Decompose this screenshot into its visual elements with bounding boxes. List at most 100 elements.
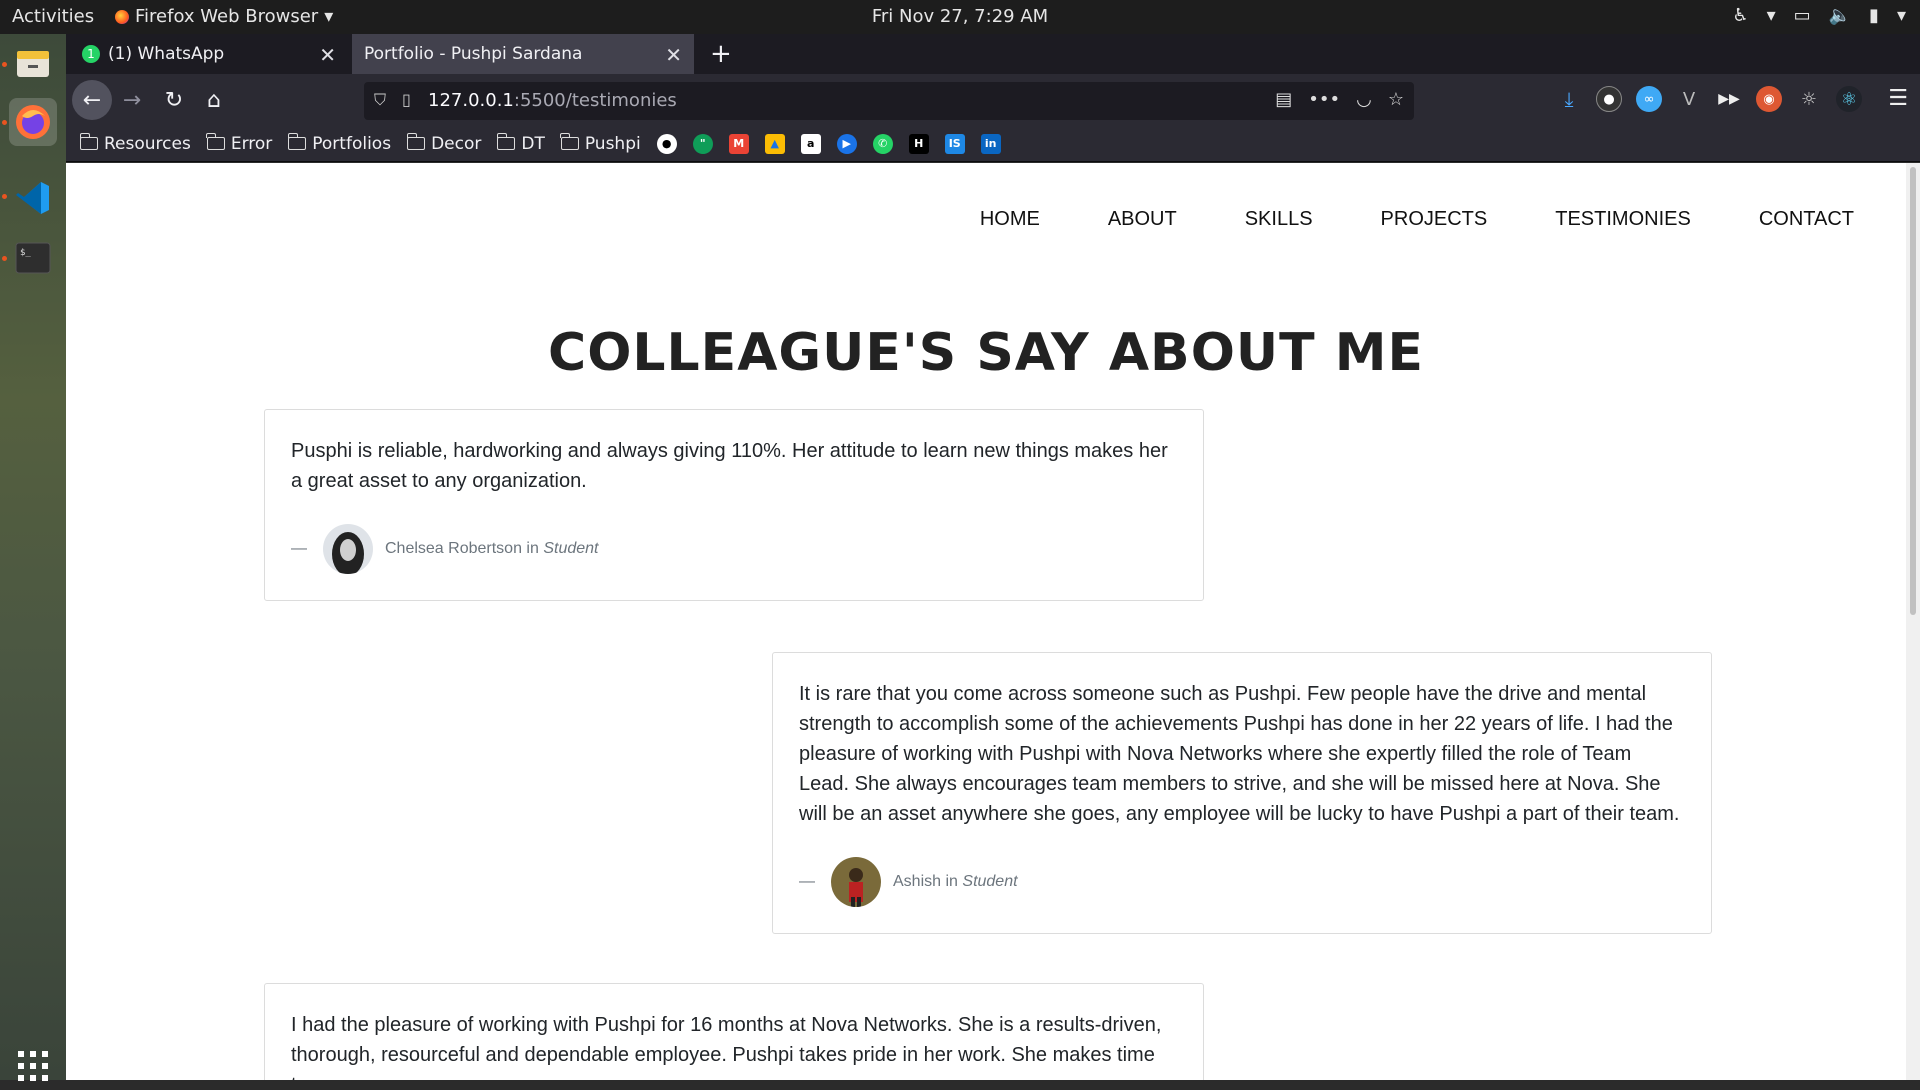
- is-icon[interactable]: IS: [944, 133, 965, 154]
- hamburger-menu-icon[interactable]: ☰: [1888, 86, 1908, 111]
- web-page: HOME ABOUT SKILLS PROJECTS TESTIMONIES C…: [66, 163, 1920, 1080]
- hackerrank-icon[interactable]: H: [908, 133, 929, 154]
- tab-bar: 1 (1) WhatsApp ✕ Portfolio - Pushpi Sard…: [66, 34, 1920, 74]
- amazon-icon[interactable]: a: [800, 133, 821, 154]
- react-devtools-icon[interactable]: ⚛: [1836, 86, 1862, 112]
- page-scrollbar[interactable]: [1906, 163, 1920, 1080]
- extension-forward-icon[interactable]: ▶▶: [1716, 86, 1742, 112]
- pocket-icon[interactable]: ◡: [1356, 89, 1372, 110]
- whatsapp-icon: 1: [82, 45, 100, 63]
- system-top-bar: Activities Firefox Web Browser ▾ Fri Nov…: [0, 0, 1920, 34]
- folder-icon: [79, 133, 98, 150]
- nav-home[interactable]: HOME: [980, 208, 1040, 231]
- folder-icon: [560, 133, 579, 150]
- forward-button[interactable]: →: [112, 80, 152, 120]
- github-icon[interactable]: ●: [656, 133, 677, 154]
- url-text[interactable]: 127.0.0.1:5500/testimonies: [428, 90, 677, 111]
- dock: $_: [0, 34, 66, 1081]
- whatsapp-bookmark-icon[interactable]: ✆: [872, 133, 893, 154]
- page-title: COLLEAGUE'S SAY ABOUT ME: [548, 323, 1424, 383]
- bookmark-folder-portfolios[interactable]: Portfolios: [287, 133, 391, 154]
- author-role: Student: [543, 540, 599, 557]
- download-icon[interactable]: ⤓: [1556, 86, 1582, 112]
- folder-icon: [206, 133, 225, 150]
- screen-icon[interactable]: ▭: [1794, 5, 1811, 26]
- running-indicator: [2, 256, 7, 261]
- author-role: Student: [962, 873, 1018, 890]
- tab-whatsapp[interactable]: 1 (1) WhatsApp ✕: [70, 34, 348, 74]
- tab-label: (1) WhatsApp: [108, 44, 225, 64]
- close-icon[interactable]: ✕: [665, 43, 682, 67]
- files-icon[interactable]: [9, 40, 57, 88]
- extension-v-icon[interactable]: V: [1676, 86, 1702, 112]
- testimonial-quote: Pusphi is reliable, hardworking and alwa…: [291, 440, 1168, 492]
- firefox-dock-icon[interactable]: [9, 98, 57, 146]
- testimonial-card: It is rare that you come across someone …: [772, 652, 1712, 934]
- nav-contact[interactable]: CONTACT: [1759, 208, 1854, 231]
- bookmarks-toolbar: Resources Error Portfolios Decor DT Push…: [66, 126, 1920, 162]
- duckduckgo-icon[interactable]: ◉: [1756, 86, 1782, 112]
- url-bar[interactable]: ⛉ ▯ 127.0.0.1:5500/testimonies ▤ ••• ◡ ☆: [364, 82, 1414, 120]
- nav-testimonies[interactable]: TESTIMONIES: [1555, 208, 1691, 231]
- running-indicator: [2, 120, 7, 125]
- home-button[interactable]: ⌂: [194, 80, 234, 120]
- bookmark-folder-resources[interactable]: Resources: [79, 133, 191, 154]
- terminal-icon[interactable]: $_: [9, 234, 57, 282]
- reader-mode-icon[interactable]: ▤: [1275, 89, 1292, 110]
- extension-bulb-icon[interactable]: ☼: [1796, 86, 1822, 112]
- volume-icon[interactable]: 🔈: [1829, 5, 1851, 26]
- close-icon[interactable]: ✕: [319, 43, 336, 67]
- bookmark-folder-error[interactable]: Error: [206, 133, 272, 154]
- bookmark-star-icon[interactable]: ☆: [1388, 89, 1404, 110]
- testimonial-card: I had the pleasure of working with Pushp…: [264, 983, 1204, 1080]
- bookmark-folder-pushpi[interactable]: Pushpi: [560, 133, 641, 154]
- testimonial-card: Pusphi is reliable, hardworking and alwa…: [264, 409, 1204, 601]
- site-nav: HOME ABOUT SKILLS PROJECTS TESTIMONIES C…: [980, 208, 1854, 231]
- testimonial-quote: I had the pleasure of working with Pushp…: [291, 1014, 1162, 1080]
- activities-button[interactable]: Activities: [12, 6, 94, 27]
- tab-portfolio[interactable]: Portfolio - Pushpi Sardana ✕: [352, 34, 694, 74]
- chevron-down-icon[interactable]: ▾: [1767, 5, 1776, 26]
- testimonial-author: — Ashish in Student: [799, 857, 1685, 907]
- vscode-icon[interactable]: [9, 174, 57, 222]
- extension-infinity-icon[interactable]: ∞: [1636, 86, 1662, 112]
- nav-projects[interactable]: PROJECTS: [1381, 208, 1488, 231]
- app-grid-icon[interactable]: [9, 1042, 57, 1090]
- battery-icon[interactable]: ▮: [1869, 5, 1879, 26]
- accessibility-icon[interactable]: ♿: [1732, 5, 1748, 26]
- new-tab-button[interactable]: +: [710, 39, 732, 69]
- testimonial-quote: It is rare that you come across someone …: [799, 683, 1680, 825]
- app-menu[interactable]: Firefox Web Browser ▾: [115, 6, 333, 27]
- back-button[interactable]: ←: [72, 80, 112, 120]
- page-info-icon[interactable]: ▯: [402, 90, 411, 109]
- reload-button[interactable]: ↻: [154, 80, 194, 120]
- shield-icon[interactable]: ⛉: [374, 90, 386, 110]
- nav-skills[interactable]: SKILLS: [1245, 208, 1313, 231]
- google-drive-icon[interactable]: ▲: [764, 133, 785, 154]
- svg-text:$_: $_: [20, 248, 31, 258]
- clock[interactable]: Fri Nov 27, 7:29 AM: [872, 6, 1048, 27]
- play-icon[interactable]: ▶: [836, 133, 857, 154]
- scrollbar-thumb[interactable]: [1910, 167, 1916, 615]
- running-indicator: [2, 62, 7, 67]
- chevron-down-icon[interactable]: ▾: [1897, 5, 1906, 26]
- linkedin-icon[interactable]: in: [980, 133, 1001, 154]
- gmail-icon[interactable]: M: [728, 133, 749, 154]
- system-tray[interactable]: ♿ ▾ ▭ 🔈 ▮ ▾: [1732, 5, 1906, 26]
- avatar: [831, 857, 881, 907]
- nav-about[interactable]: ABOUT: [1108, 208, 1177, 231]
- navigation-bar: ← → ↻ ⌂ ⛉ ▯ 127.0.0.1:5500/testimonies ▤…: [66, 74, 1920, 126]
- author-name: Chelsea Robertson: [385, 540, 522, 557]
- firefox-icon: [115, 9, 129, 24]
- extensions-toolbar: ⤓ ● ∞ V ▶▶ ◉ ☼ ⚛: [1556, 86, 1862, 112]
- app-menu-label: Firefox Web Browser: [135, 6, 319, 27]
- bookmark-folder-dt[interactable]: DT: [496, 133, 545, 154]
- bookmark-folder-decor[interactable]: Decor: [406, 133, 481, 154]
- chevron-down-icon: ▾: [324, 6, 334, 27]
- extension-avatar-icon[interactable]: ●: [1596, 86, 1622, 112]
- tab-label: Portfolio - Pushpi Sardana: [364, 44, 583, 64]
- folder-icon: [287, 133, 307, 150]
- more-actions-icon[interactable]: •••: [1308, 89, 1340, 110]
- hangouts-icon[interactable]: ": [692, 133, 713, 154]
- avatar: [323, 524, 373, 574]
